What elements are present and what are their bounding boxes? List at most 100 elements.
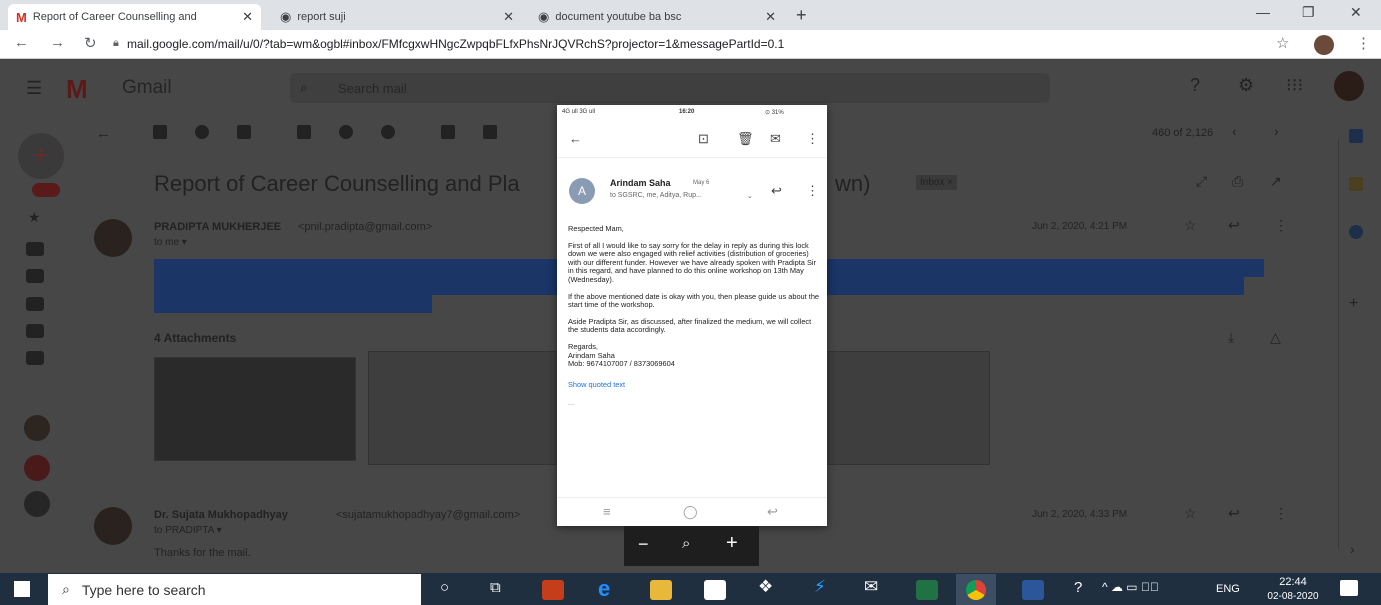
recipient-line[interactable]: to SGSRC, me, Aditya, Rup... — [610, 192, 702, 199]
more-vert-icon[interactable]: ⋮ — [806, 183, 819, 199]
apps-grid-icon[interactable]: ⁝⁝⁝ — [1286, 75, 1303, 96]
chevron-down-icon[interactable]: ⌄ — [747, 192, 753, 200]
new-window-icon[interactable]: ↗ — [1270, 173, 1282, 190]
mail-icon[interactable]: ✉ — [770, 131, 781, 147]
archive-icon[interactable] — [153, 125, 167, 139]
avatar[interactable] — [24, 491, 50, 517]
move-to-icon[interactable] — [441, 125, 455, 139]
reply-icon[interactable]: ↩ — [1228, 217, 1240, 234]
avatar[interactable] — [24, 415, 50, 441]
keep-icon[interactable] — [1349, 177, 1363, 191]
taskbar-search-box[interactable]: ⌕ Type here to search — [48, 574, 421, 605]
back-icon[interactable]: ↩ — [767, 504, 778, 520]
snoozed-icon[interactable] — [26, 242, 44, 256]
label-icon[interactable] — [483, 125, 497, 139]
file-explorer-icon[interactable] — [650, 580, 672, 600]
clock-time[interactable]: 22:44 — [1268, 576, 1318, 588]
archive-icon[interactable]: ⊡ — [698, 131, 709, 147]
expand-icon[interactable]: ⤢ — [1196, 173, 1207, 190]
help-icon[interactable]: ? — [1074, 579, 1082, 596]
avatar[interactable] — [1314, 35, 1334, 55]
back-arrow-icon[interactable]: ← — [14, 34, 29, 51]
starred-icon[interactable]: ★ — [28, 209, 41, 226]
close-icon[interactable]: ✕ — [242, 9, 253, 25]
attachment-thumbnail[interactable] — [368, 351, 560, 465]
back-arrow-icon[interactable]: ← — [96, 125, 111, 142]
menu-icon[interactable]: ☰ — [26, 78, 42, 99]
star-icon[interactable]: ☆ — [1276, 34, 1289, 52]
print-icon[interactable]: ⎙ — [1232, 173, 1243, 190]
reply-icon[interactable]: ↩ — [771, 183, 782, 199]
tasks-icon[interactable] — [1349, 225, 1363, 239]
compose-button[interactable]: + — [18, 133, 64, 179]
add-task-icon[interactable] — [381, 125, 395, 139]
store-icon[interactable] — [704, 580, 726, 600]
search-bar[interactable]: ⌕ Search mail — [290, 73, 1050, 103]
recipient-line[interactable]: to me ▾ — [154, 237, 187, 248]
taskbar-search-input[interactable]: Type here to search — [82, 582, 206, 598]
zoom-in-button[interactable]: + — [726, 532, 738, 555]
word-icon[interactable] — [1022, 580, 1044, 600]
avatar[interactable] — [1334, 71, 1364, 101]
add-addon-icon[interactable]: + — [1349, 295, 1358, 313]
tab-document-youtube[interactable]: ◉ document youtube ba bsc ✕ — [530, 4, 784, 30]
attachment-thumbnail[interactable] — [154, 357, 356, 461]
power-automate-icon[interactable]: ⚡︎ — [814, 577, 826, 597]
forward-arrow-icon[interactable]: → — [50, 34, 65, 51]
clock-date[interactable]: 02-08-2020 — [1262, 591, 1324, 602]
task-view-icon[interactable]: ⧉ — [490, 579, 501, 596]
back-arrow-icon[interactable]: ← — [569, 131, 582, 146]
star-icon[interactable]: ☆ — [1184, 217, 1197, 234]
dropbox-icon[interactable]: ❖ — [758, 577, 773, 597]
inbox-badge[interactable]: Inbox × — [916, 175, 958, 190]
download-icon[interactable]: ⤓ — [1228, 329, 1234, 346]
mail-icon[interactable]: ✉ — [864, 577, 878, 597]
zoom-out-button[interactable]: − — [638, 534, 649, 555]
recipient-line[interactable]: to PRADIPTA ▾ — [154, 525, 222, 536]
mark-unread-icon[interactable] — [297, 125, 311, 139]
recents-icon[interactable]: ≡ — [603, 504, 611, 519]
close-icon[interactable]: ✕ — [503, 9, 514, 25]
older-icon[interactable]: › — [1274, 123, 1279, 139]
show-quoted-text-link[interactable]: Show quoted text — [568, 380, 820, 390]
close-window-button[interactable]: ✕ — [1350, 4, 1362, 21]
newer-icon[interactable]: ‹ — [1232, 123, 1237, 139]
windows-start-icon[interactable] — [14, 581, 30, 597]
excel-icon[interactable] — [916, 580, 938, 600]
video-icon[interactable] — [26, 324, 44, 338]
tab-report-suji[interactable]: ◉ report suji ✕ — [272, 4, 522, 30]
maximize-button[interactable]: ❐ — [1302, 4, 1315, 21]
snooze-icon[interactable] — [339, 125, 353, 139]
more-vert-icon[interactable]: ⋮ — [1274, 505, 1288, 522]
edge-icon[interactable]: e — [598, 576, 610, 602]
trimmed-content-icon[interactable]: ... — [568, 399, 820, 408]
reload-icon[interactable]: ↻ — [84, 34, 97, 52]
report-spam-icon[interactable] — [195, 125, 209, 139]
avatar[interactable] — [24, 455, 50, 481]
tab-gmail-report[interactable]: M Report of Career Counselling and ✕ — [8, 4, 261, 30]
reply-icon[interactable]: ↩ — [1228, 505, 1240, 522]
chevron-right-icon[interactable]: › — [1350, 541, 1355, 557]
close-icon[interactable]: ✕ — [765, 9, 776, 25]
delete-icon[interactable]: 🗑︎ — [737, 131, 754, 147]
minimize-button[interactable]: — — [1256, 4, 1270, 20]
new-tab-button[interactable]: + — [796, 5, 807, 26]
powerpoint-icon[interactable] — [542, 580, 564, 600]
sent-icon[interactable] — [26, 269, 44, 283]
search-input[interactable]: Search mail — [338, 81, 407, 96]
more-vert-icon[interactable]: ⋮ — [1356, 34, 1371, 52]
delete-icon[interactable] — [237, 125, 251, 139]
add-to-drive-icon[interactable]: △ — [1270, 329, 1281, 346]
url-field[interactable]: mail.google.com/mail/u/0/?tab=wm&ogbl#in… — [127, 35, 784, 53]
notification-icon[interactable] — [1340, 580, 1358, 596]
help-icon[interactable]: ? — [1190, 75, 1200, 96]
more-vert-icon[interactable]: ⋮ — [806, 131, 819, 147]
keyboard-icon[interactable] — [26, 351, 44, 365]
cortana-icon[interactable]: ○ — [440, 579, 449, 596]
gear-icon[interactable]: ⚙ — [1238, 75, 1254, 96]
star-icon[interactable]: ☆ — [1184, 505, 1197, 522]
tray-icons[interactable]: ^ ☁ ▭ ◁ฺ — [1102, 580, 1159, 594]
chrome-icon-active[interactable] — [956, 574, 996, 605]
calendar-icon[interactable] — [1349, 129, 1363, 143]
home-icon[interactable]: ◯ — [683, 504, 698, 520]
